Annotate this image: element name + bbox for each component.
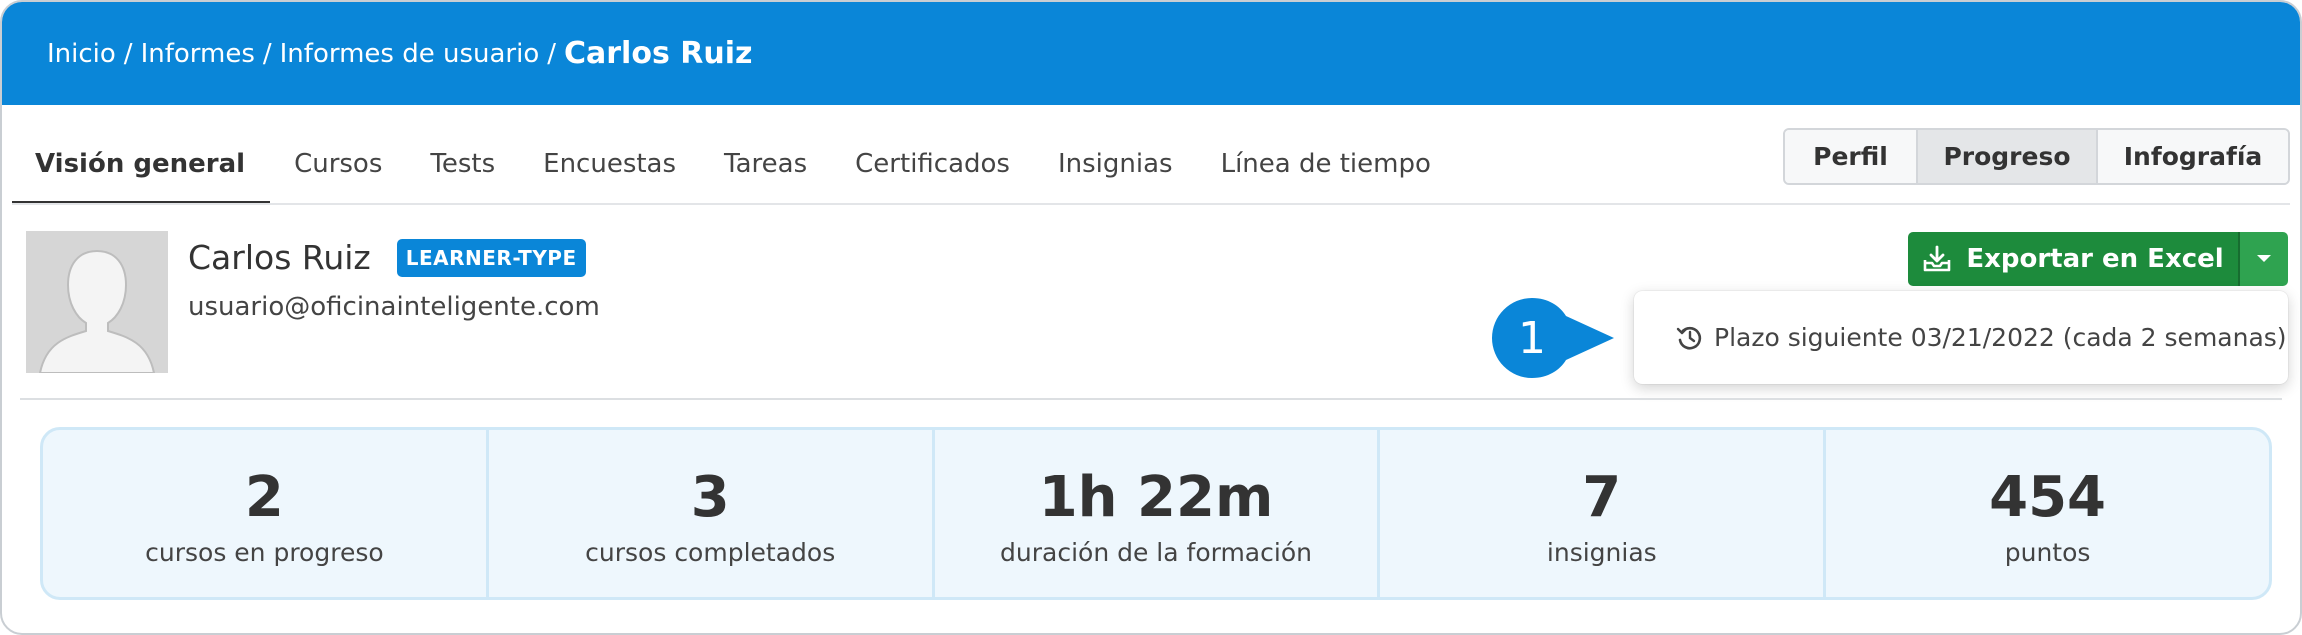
tab-tareas[interactable]: Tareas — [700, 105, 831, 205]
breadcrumb-current: Carlos Ruiz — [564, 36, 753, 71]
tab-tests[interactable]: Tests — [406, 105, 519, 205]
tab-insignias[interactable]: Insignias — [1034, 105, 1197, 205]
stat-value: 7 — [1582, 465, 1622, 530]
tab-cursos[interactable]: Cursos — [270, 105, 406, 205]
user-name: Carlos Ruiz — [188, 238, 371, 277]
stat-courses-in-progress: 2 cursos en progreso — [43, 430, 489, 597]
breadcrumb-informes-usuario[interactable]: Informes de usuario — [280, 39, 540, 69]
view-perfil-button[interactable]: Perfil — [1785, 130, 1918, 183]
export-button-group: Exportar en Excel — [1908, 232, 2288, 286]
export-schedule-text: Plazo siguiente 03/21/2022 (cada 2 seman… — [1714, 323, 2287, 352]
stat-value: 2 — [244, 465, 284, 530]
stat-courses-completed: 3 cursos completados — [489, 430, 935, 597]
stat-label: puntos — [2004, 538, 2091, 567]
stat-label: cursos en progreso — [145, 538, 384, 567]
breadcrumb-separator: / — [123, 38, 133, 69]
stat-points: 454 puntos — [1826, 430, 2269, 597]
user-silhouette-icon — [26, 231, 168, 373]
stat-label: duración de la formación — [1000, 538, 1312, 567]
profile-divider — [20, 398, 2282, 400]
history-icon — [1676, 326, 1702, 349]
report-tabs: Visión general Cursos Tests Encuestas Ta… — [12, 105, 1455, 205]
stat-label: insignias — [1546, 538, 1657, 567]
download-tray-icon — [1924, 245, 1951, 272]
user-name-row: Carlos Ruiz LEARNER-TYPE — [188, 238, 586, 277]
stat-label: cursos completados — [585, 538, 836, 567]
breadcrumb-separator: / — [547, 38, 556, 69]
export-schedule-menu-item[interactable]: Plazo siguiente 03/21/2022 (cada 2 seman… — [1634, 291, 2288, 384]
avatar — [26, 231, 168, 373]
stat-value: 1h 22m — [1038, 465, 1274, 530]
tab-linea-de-tiempo[interactable]: Línea de tiempo — [1197, 105, 1455, 205]
tab-encuestas[interactable]: Encuestas — [519, 105, 700, 205]
breadcrumb-separator: / — [262, 38, 272, 69]
export-excel-button[interactable]: Exportar en Excel — [1908, 232, 2238, 286]
stat-value: 454 — [1989, 465, 2107, 530]
user-email: usuario@oficinainteligente.com — [188, 292, 600, 322]
tab-vision-general[interactable]: Visión general — [12, 105, 271, 205]
view-switch: Perfil Progreso Infografía — [1783, 128, 2290, 185]
stat-badges: 7 insignias — [1380, 430, 1827, 597]
stats-panel: 2 cursos en progreso 3 cursos completado… — [40, 427, 2272, 600]
user-type-badge: LEARNER-TYPE — [396, 238, 586, 277]
export-excel-label: Exportar en Excel — [1966, 244, 2224, 274]
report-window: Inicio / Informes / Informes de usuario … — [0, 0, 2302, 635]
breadcrumb-informes[interactable]: Informes — [141, 39, 255, 69]
caret-down-icon — [2257, 255, 2271, 262]
stat-training-duration: 1h 22m duración de la formación — [935, 430, 1381, 597]
callout-number: 1 — [1518, 312, 1546, 364]
view-infografia-button[interactable]: Infografía — [2098, 130, 2288, 183]
breadcrumb-inicio[interactable]: Inicio — [47, 39, 116, 69]
tab-certificados[interactable]: Certificados — [831, 105, 1034, 205]
export-options-toggle[interactable] — [2238, 232, 2288, 286]
view-progreso-button[interactable]: Progreso — [1918, 130, 2098, 183]
tabs-divider — [12, 203, 2290, 205]
stat-value: 3 — [690, 465, 730, 530]
breadcrumb: Inicio / Informes / Informes de usuario … — [2, 2, 2300, 105]
